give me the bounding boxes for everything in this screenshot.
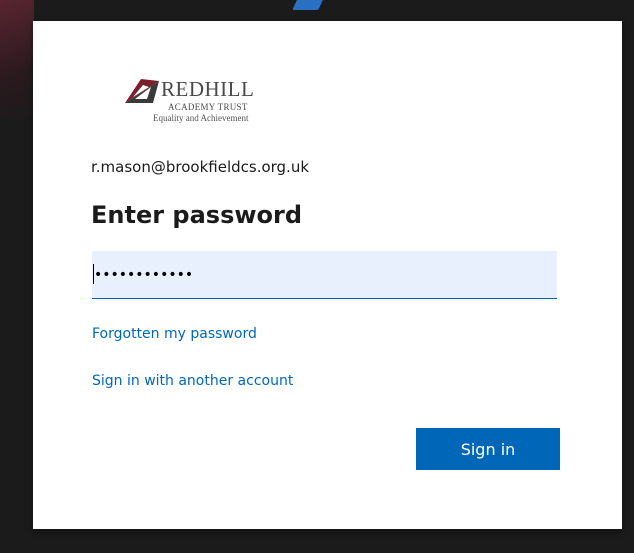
background-accent-shape: [292, 0, 326, 10]
logo-tagline: Equality and Achievement: [153, 113, 249, 123]
forgot-password-link[interactable]: Forgotten my password: [92, 326, 257, 342]
password-input[interactable]: [92, 251, 557, 298]
logo-name: REDHILL: [161, 77, 255, 101]
text-cursor: [93, 264, 94, 284]
sign-in-button[interactable]: Sign in: [416, 428, 560, 470]
background-image-edge: [0, 0, 34, 120]
other-account-link[interactable]: Sign in with another account: [92, 373, 293, 389]
logo-mark-icon: [125, 79, 159, 103]
logo-subtitle: ACADEMY TRUST: [168, 102, 248, 112]
sign-in-card: REDHILL ACADEMY TRUST Equality and Achie…: [33, 21, 622, 529]
password-field-container[interactable]: [92, 251, 557, 299]
account-identity: r.mason@brookfieldcs.org.uk: [91, 158, 310, 176]
organization-logo: REDHILL ACADEMY TRUST Equality and Achie…: [121, 73, 281, 133]
page-title: Enter password: [91, 201, 303, 229]
